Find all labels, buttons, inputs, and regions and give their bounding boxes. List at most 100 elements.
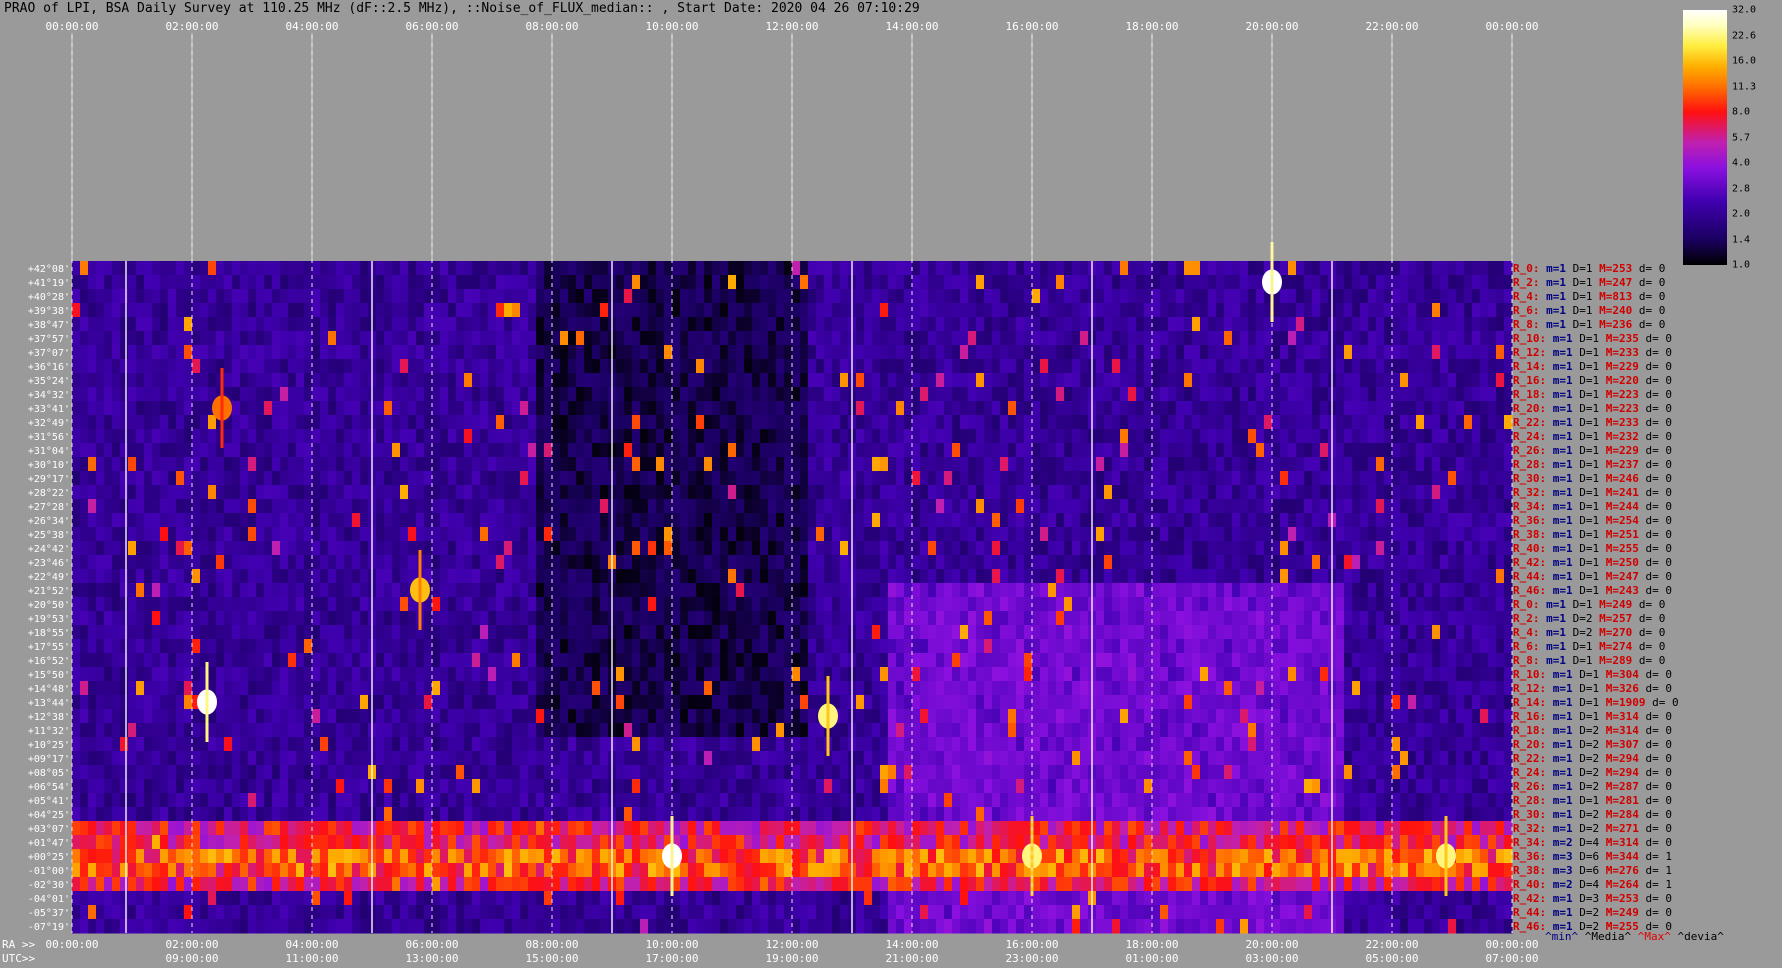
dec-tick-label: +09°17' [28, 754, 70, 765]
row-stat-M: M=233 [1605, 416, 1646, 429]
row-stat-d: d= 0 [1645, 458, 1673, 471]
row-stat-D: D=1 [1579, 360, 1606, 373]
row-stat-M: M=255 [1605, 542, 1646, 555]
row-stat-M: M=314 [1605, 710, 1646, 723]
row-stat: R_0: m=1 D=1 M=253 d= 0 [1513, 262, 1679, 276]
row-stat-M: M=287 [1605, 780, 1646, 793]
row-stat-d: d= 0 [1645, 724, 1673, 737]
row-stat-m: m=1 [1552, 430, 1580, 443]
bottom-ra-tick-label: 22:00:00 [1366, 938, 1419, 951]
row-stat-D: D=1 [1579, 458, 1606, 471]
row-stat-D: D=2 [1579, 724, 1606, 737]
row-stat-label: R_44: [1513, 906, 1553, 919]
row-stat-label: R_28: [1513, 794, 1553, 807]
colorbar-tick-label: 8.0 [1732, 106, 1751, 118]
row-stat-label: R_30: [1513, 808, 1553, 821]
row-stat-d: d= 0 [1645, 836, 1673, 849]
row-stat-label: R_22: [1513, 752, 1553, 765]
row-stat: R_38: m=3 D=6 M=276 d= 1 [1513, 864, 1679, 878]
row-stat-m: m=1 [1552, 360, 1580, 373]
row-stat-M: M=250 [1605, 556, 1646, 569]
dec-tick-label: +31°04' [28, 446, 70, 457]
stats-footer: ^min^ ^Media^ ^Max^ ^devia^ [1545, 930, 1724, 943]
row-stat-label: R_46: [1513, 584, 1553, 597]
row-stat-M: M=249 [1599, 598, 1639, 611]
row-stat-m: m=1 [1546, 640, 1573, 653]
row-stat-d: d= 0 [1645, 402, 1673, 415]
row-stat-M: M=229 [1605, 360, 1646, 373]
bottom-ra-tick-label: 20:00:00 [1246, 938, 1299, 951]
row-stat-D: D=3 [1579, 892, 1606, 905]
bottom-ra-tick-label: 16:00:00 [1006, 938, 1059, 951]
row-stat-d: d= 0 [1645, 556, 1673, 569]
row-stat-m: m=1 [1552, 416, 1580, 429]
utc-tick-label: 19:00:00 [766, 952, 819, 965]
row-stat: R_4: m=1 D=2 M=270 d= 0 [1513, 626, 1679, 640]
dec-tick-label: -04°01' [28, 894, 70, 905]
row-stat-m: m=1 [1552, 822, 1580, 835]
colorbar-tick-label: 22.6 [1732, 30, 1757, 41]
row-stat-d: d= 0 [1645, 570, 1673, 583]
row-stat: R_40: m=2 D=4 M=264 d= 1 [1513, 878, 1679, 892]
dec-tick-label: +33°41' [28, 404, 70, 415]
dec-tick-label: +03°07' [28, 824, 70, 835]
row-stat-m: m=1 [1552, 906, 1580, 919]
row-stat-d: d= 0 [1645, 542, 1673, 555]
row-stat-m: m=1 [1552, 346, 1580, 359]
row-stat-label: R_26: [1513, 780, 1553, 793]
row-stat-M: M=251 [1605, 528, 1646, 541]
dec-tick-label: +32°49' [28, 418, 70, 429]
row-stat-d: d= 0 [1638, 318, 1666, 331]
row-stat-d: d= 0 [1645, 892, 1673, 905]
row-stat-label: R_34: [1513, 836, 1553, 849]
dec-tick-label: +10°25' [28, 740, 70, 751]
dec-tick-label: +26°34' [28, 516, 70, 527]
row-stat: R_14: m=1 D=1 M=229 d= 0 [1513, 360, 1679, 374]
row-stat-D: D=2 [1579, 906, 1606, 919]
row-stat-m: m=3 [1552, 864, 1580, 877]
dec-tick-label: +39°38' [28, 306, 70, 317]
row-stat-D: D=1 [1579, 556, 1606, 569]
colorbar-tick-label: 2.0 [1732, 208, 1751, 220]
row-stat-M: M=254 [1605, 514, 1646, 527]
row-stat-D: D=1 [1579, 682, 1606, 695]
colorbar [1683, 10, 1727, 265]
row-stat-D: D=1 [1579, 500, 1606, 513]
row-stat-D: D=1 [1572, 262, 1600, 275]
row-stat-d: d= 0 [1645, 752, 1673, 765]
row-stat-D: D=1 [1579, 346, 1606, 359]
row-stat-D: D=1 [1579, 542, 1606, 555]
dec-tick-label: +37°57' [28, 334, 70, 345]
row-stat-label: R_6: [1513, 304, 1547, 317]
bottom-ra-tick-label: 02:00:00 [166, 938, 219, 951]
row-stat: R_46: m=1 D=1 M=243 d= 0 [1513, 584, 1679, 598]
row-stat-M: M=257 [1599, 612, 1639, 625]
utc-tick-label: 23:00:00 [1006, 952, 1059, 965]
dec-tick-label: +29°17' [28, 474, 70, 485]
row-stat-M: M=314 [1605, 724, 1646, 737]
row-stat-m: m=1 [1552, 738, 1580, 751]
utc-tick-label: 09:00:00 [166, 952, 219, 965]
row-stat-M: M=271 [1605, 822, 1646, 835]
row-stat-D: D=2 [1572, 612, 1600, 625]
dec-tick-label: -02°30' [28, 880, 70, 891]
dec-tick-label: +15°50' [28, 670, 70, 681]
dec-tick-label: +31°56' [28, 432, 70, 443]
row-stat-label: R_42: [1513, 556, 1553, 569]
bottom-ra-tick-label: 12:00:00 [766, 938, 819, 951]
top-ra-tick-label: 22:00:00 [1366, 20, 1419, 33]
dec-tick-label: +17°55' [28, 642, 70, 653]
row-stat-d: d= 0 [1638, 640, 1666, 653]
row-stat-D: D=1 [1579, 430, 1606, 443]
row-stat-label: R_28: [1513, 458, 1553, 471]
top-ra-tick-label: 16:00:00 [1006, 20, 1059, 33]
row-stat-D: D=1 [1579, 402, 1606, 415]
row-stat-m: m=1 [1552, 472, 1580, 485]
row-stat-d: d= 0 [1645, 528, 1673, 541]
dec-tick-label: +27°28' [28, 502, 70, 513]
row-stat-M: M=281 [1605, 794, 1646, 807]
row-stat-M: M=236 [1599, 318, 1639, 331]
row-stat-D: D=6 [1579, 850, 1606, 863]
row-stat-M: M=284 [1605, 808, 1646, 821]
utc-tick-label: 13:00:00 [406, 952, 459, 965]
